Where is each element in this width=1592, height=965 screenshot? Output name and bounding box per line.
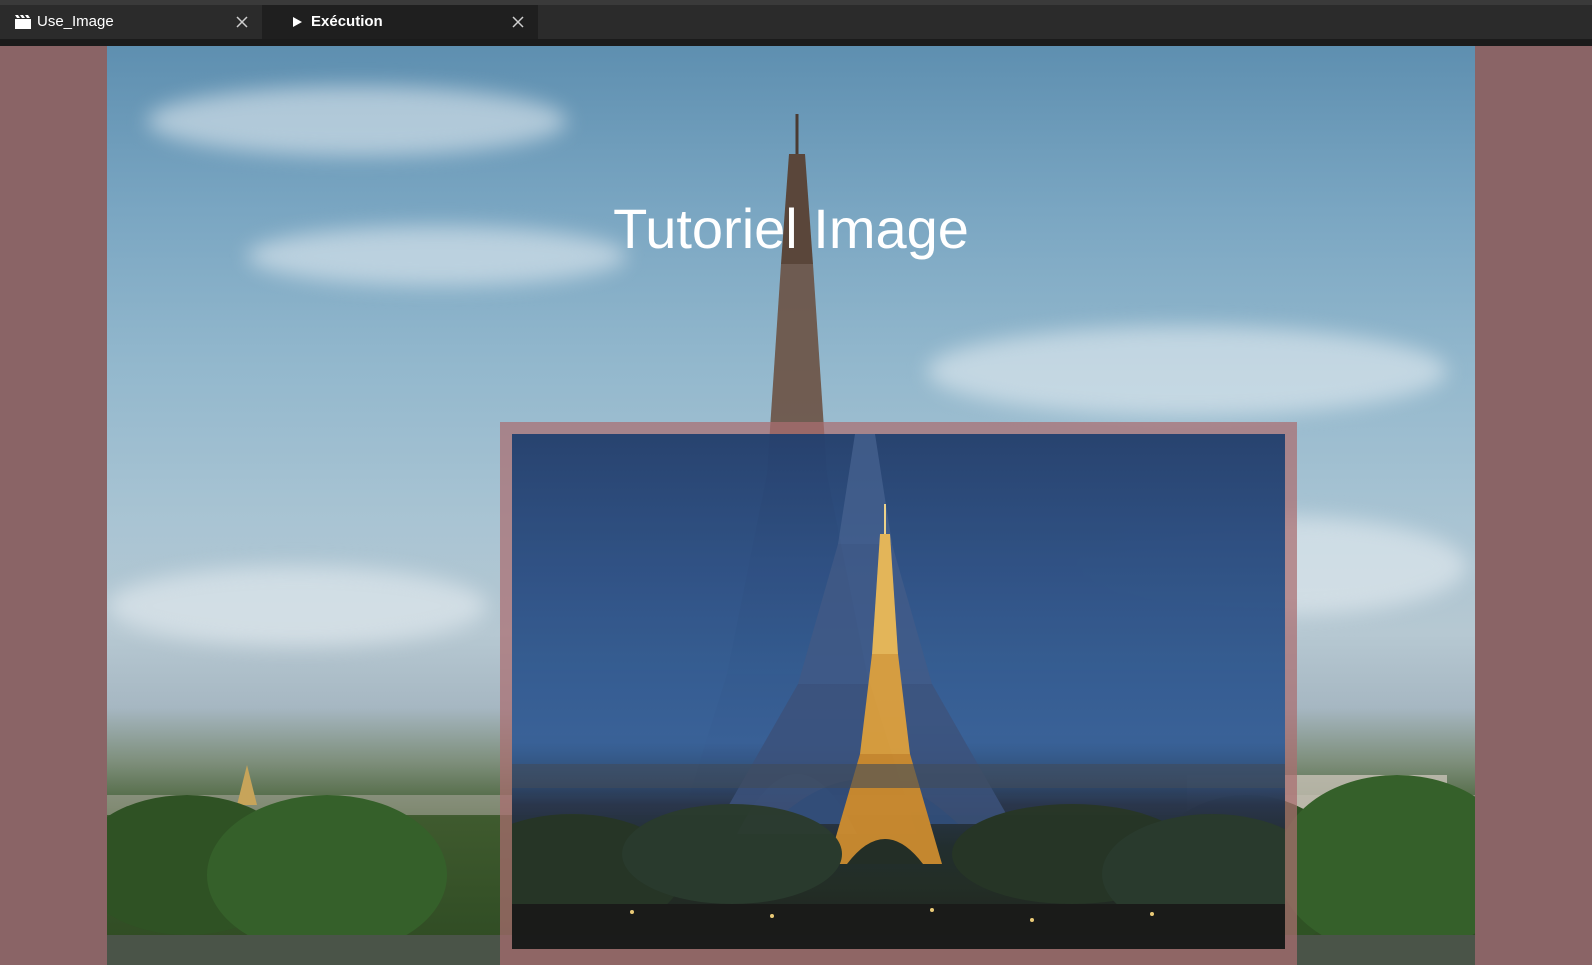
tab-bar: Use_Image Exécution [0, 0, 1592, 46]
overlay-image-frame[interactable] [500, 422, 1297, 965]
clapperboard-icon [15, 14, 31, 30]
tab-execution[interactable]: Exécution [262, 5, 538, 39]
tab-label: Use_Image [37, 13, 114, 30]
close-icon[interactable] [510, 14, 526, 30]
execution-stage: Tutoriel Image [0, 46, 1592, 965]
scene-title: Tutoriel Image [613, 197, 969, 260]
tab-use-image[interactable]: Use_Image [0, 5, 262, 39]
tab-label: Exécution [311, 13, 383, 30]
play-icon [289, 14, 305, 30]
overlay-image [512, 434, 1285, 949]
close-icon[interactable] [234, 14, 250, 30]
background-image: Tutoriel Image [107, 46, 1475, 965]
